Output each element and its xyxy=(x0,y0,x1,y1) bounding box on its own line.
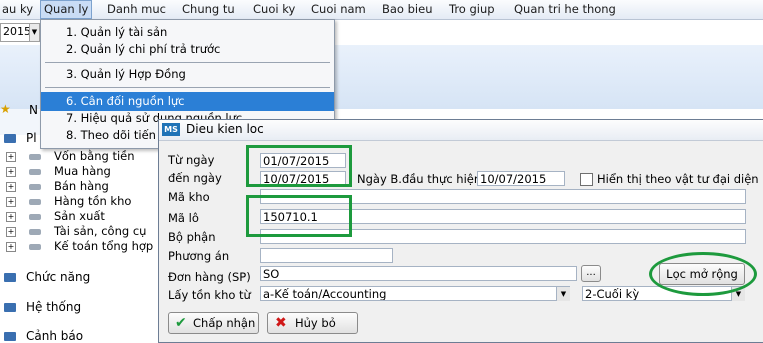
nav-section-he-thong[interactable]: Hệ thống xyxy=(4,300,81,314)
tree-item[interactable]: + Vốn bằng tiền xyxy=(6,149,135,164)
menu-quan-ly[interactable]: Quan ly xyxy=(40,0,93,19)
folder-icon xyxy=(29,213,41,220)
tree-item[interactable]: + Mua hàng xyxy=(6,164,111,179)
huy-bo-button[interactable]: ✖ Hủy bỏ xyxy=(267,312,358,334)
menu-chung-tu[interactable]: Chung tu xyxy=(182,0,235,19)
tree-item[interactable]: + Sản xuất xyxy=(6,209,105,224)
tree-item[interactable]: + Tài sản, công cụ xyxy=(6,224,146,239)
menu-tro-giup[interactable]: Tro giup xyxy=(449,0,495,19)
expand-icon[interactable]: + xyxy=(6,181,16,192)
nav-top-item[interactable]: Pl xyxy=(4,131,37,145)
tree-item[interactable]: + Hàng tồn kho xyxy=(6,194,131,209)
nav-section-chuc-nang[interactable]: Chức năng xyxy=(4,270,90,284)
don-hang-input[interactable]: SO xyxy=(260,266,577,281)
tu-ngay-label: Từ ngày xyxy=(168,153,215,167)
don-hang-label: Đơn hàng (SP) xyxy=(168,270,251,284)
menu-item-chi-phi-tra-truoc[interactable]: 2. Quản lý chi phí trả trước xyxy=(41,40,334,59)
browse-button[interactable]: ... xyxy=(581,265,601,282)
star-icon: ★ xyxy=(0,102,11,116)
annotation-circle-loc-mo-rong xyxy=(649,252,757,296)
phuong-an-label: Phương án xyxy=(168,249,230,263)
ngay-bat-dau-label: Ngày B.đầu thực hiện xyxy=(357,172,482,186)
expand-icon[interactable]: + xyxy=(6,166,16,177)
folder-icon xyxy=(29,198,41,205)
lay-ton-select[interactable]: a-Kế toán/Accounting xyxy=(260,286,570,301)
expand-icon[interactable]: + xyxy=(6,241,16,252)
ma-kho-label: Mã kho xyxy=(168,190,210,204)
folder-icon xyxy=(29,153,41,160)
chap-nhan-button[interactable]: ✔ Chấp nhận xyxy=(168,312,259,334)
den-ngay-label: đến ngày xyxy=(168,171,222,185)
folder-icon xyxy=(29,228,41,235)
folder-icon xyxy=(29,183,41,190)
menu-dau-ky[interactable]: au ky xyxy=(2,0,33,19)
system-icon xyxy=(4,303,16,312)
close-icon: ✖ xyxy=(275,315,287,331)
menu-separator xyxy=(45,87,330,88)
bo-phan-label: Bộ phận xyxy=(168,230,216,244)
year-value: 2015 xyxy=(3,25,31,38)
menu-bao-bieu[interactable]: Bao bieu xyxy=(382,0,433,19)
dialog-title: Dieu kien loc xyxy=(186,122,264,136)
tree-item[interactable]: + Kế toán tổng hợp xyxy=(6,239,153,254)
expand-icon[interactable]: + xyxy=(6,226,16,237)
phuong-an-input[interactable] xyxy=(260,248,393,263)
menu-item-hop-dong[interactable]: 3. Quản lý Hợp Đồng xyxy=(41,65,334,84)
expand-icon[interactable]: + xyxy=(6,211,16,222)
menu-quan-tri-he-thong[interactable]: Quan tri he thong xyxy=(514,0,616,19)
dialog-titlebar: MS Dieu kien loc xyxy=(159,120,763,141)
annotation-box-dates xyxy=(246,145,352,187)
folder-icon xyxy=(29,243,41,250)
folder-icon xyxy=(29,168,41,175)
menu-cuoi-ky[interactable]: Cuoi ky xyxy=(253,0,295,19)
alert-icon xyxy=(4,332,16,341)
hien-thi-label: Hiển thị theo vật tư đại diện xyxy=(597,172,759,186)
menu-danh-muc[interactable]: Danh muc xyxy=(107,0,166,19)
module-icon xyxy=(4,134,16,143)
app-logo-icon: MS xyxy=(162,123,180,136)
chevron-down-icon[interactable]: ▼ xyxy=(29,24,39,41)
tree-item[interactable]: + Bán hàng xyxy=(6,179,109,194)
ngay-bat-dau-input[interactable]: 10/07/2015 xyxy=(477,171,565,186)
year-select[interactable]: 2015 ▼ xyxy=(0,23,40,42)
chevron-down-icon[interactable]: ▼ xyxy=(556,287,570,301)
menu-bar: au ky Quan ly Danh muc Chung tu Cuoi ky … xyxy=(0,0,763,20)
expand-icon[interactable]: + xyxy=(6,196,16,207)
function-icon xyxy=(4,273,16,282)
expand-icon[interactable]: + xyxy=(6,151,16,162)
nav-top-label[interactable]: N xyxy=(29,103,38,117)
hien-thi-checkbox[interactable] xyxy=(580,173,593,186)
ma-lo-label: Mã lô xyxy=(168,211,199,225)
menu-cuoi-nam[interactable]: Cuoi nam xyxy=(311,0,366,19)
menu-separator xyxy=(45,62,330,63)
annotation-box-ma-lo xyxy=(246,195,352,237)
lay-ton-label: Lấy tồn kho từ xyxy=(168,288,251,302)
check-icon: ✔ xyxy=(175,315,187,331)
